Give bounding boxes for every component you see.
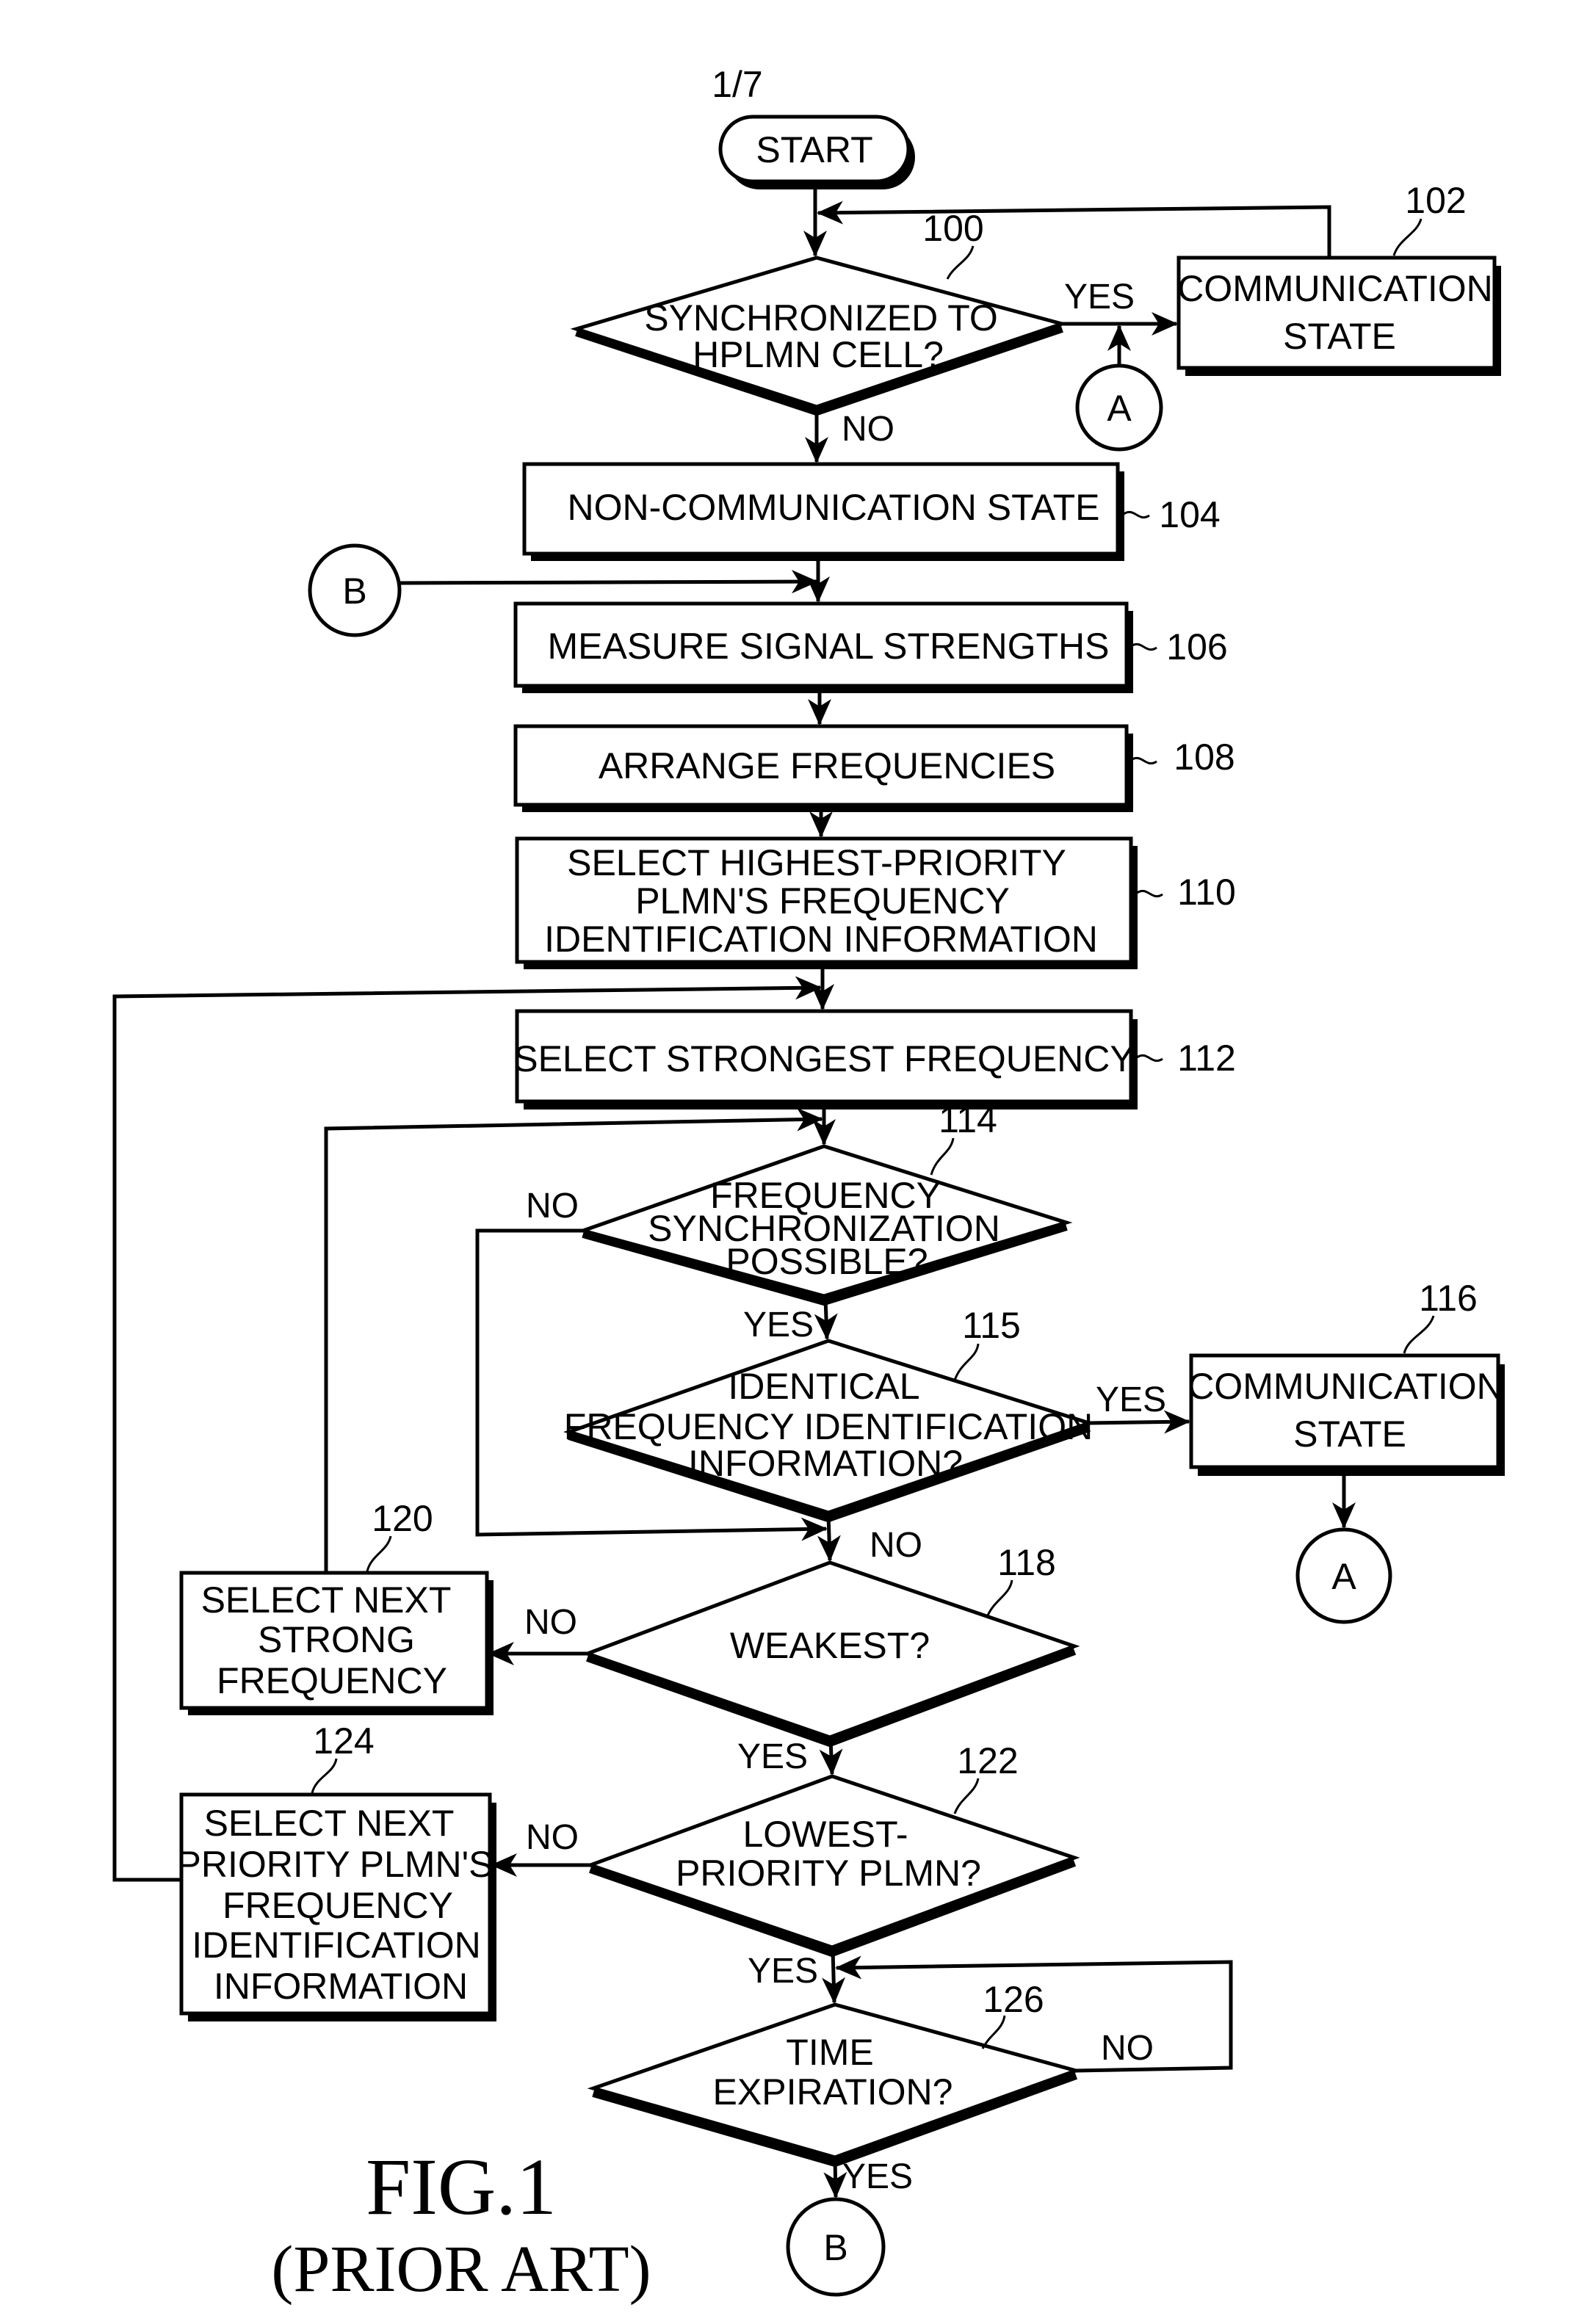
sheet-label: 1/7 [712, 64, 763, 105]
connector-b-bottom: B [786, 2197, 886, 2297]
process-116-line-1: COMMUNICATION [1188, 1366, 1503, 1407]
process-120-line-2: STRONG [258, 1619, 415, 1660]
connector-b-bottom-label: B [823, 2227, 847, 2268]
ref-120: 120 [372, 1498, 433, 1539]
process-124-line-2: PRIORITY PLMN'S [177, 1844, 494, 1885]
decision-115-line-1: IDENTICAL [728, 1366, 919, 1407]
ref-102: 102 [1405, 180, 1466, 221]
decision-100: SYNCHRONIZED TO HPLMN CELL? 100 [570, 208, 1069, 416]
ref-112: 112 [1177, 1038, 1236, 1079]
edge-115-yes [1088, 1410, 1190, 1434]
ref-122: 122 [957, 1740, 1018, 1781]
process-112-label: SELECT STRONGEST FREQUENCY [513, 1038, 1135, 1079]
edge-label-122-no: NO [526, 1818, 579, 1857]
connector-a-bottom-label: A [1331, 1556, 1356, 1597]
flowchart: 1/7 START SYNCHRONIZED TO HPLMN CELL? 10… [112, 64, 1505, 2306]
process-124-line-1: SELECT NEXT [204, 1803, 455, 1844]
ref-106: 106 [1166, 626, 1227, 667]
edge-label-118-no: NO [524, 1603, 577, 1642]
decision-100-line-1: SYNCHRONIZED TO [644, 297, 998, 339]
connector-a-top: A [1075, 363, 1163, 452]
process-124-line-4: IDENTIFICATION [192, 1925, 481, 1966]
ref-108: 108 [1174, 736, 1235, 778]
edge-label-115-yes: YES [1096, 1380, 1166, 1419]
process-106: MEASURE SIGNAL STRENGTHS 106 [513, 601, 1228, 693]
edge-122-yes [822, 1949, 846, 2004]
ref-124: 124 [313, 1720, 374, 1762]
decision-114-line-3: POSSIBLE? [726, 1241, 928, 1282]
ref-114: 114 [939, 1099, 997, 1140]
process-104: NON-COMMUNICATION STATE 104 [522, 462, 1221, 561]
process-104-label: NON-COMMUNICATION STATE [568, 487, 1100, 528]
start-label: START [756, 129, 872, 170]
ref-100: 100 [922, 208, 983, 249]
ref-104: 104 [1159, 494, 1220, 535]
process-110-line-1: SELECT HIGHEST-PRIORITY [567, 842, 1066, 883]
figure-subtitle: (PRIOR ART) [271, 2233, 651, 2306]
edge-label-118-yes: YES [737, 1737, 808, 1776]
ref-126: 126 [983, 1979, 1044, 2020]
decision-122-line-1: LOWEST- [742, 1814, 908, 1855]
figure-title: FIG.1 [366, 2142, 557, 2231]
process-116-line-2: STATE [1293, 1413, 1406, 1455]
process-124: SELECT NEXT PRIORITY PLMN'S FREQUENCY ID… [177, 1720, 496, 2021]
ref-115: 115 [962, 1305, 1021, 1346]
start-terminal: START [718, 115, 915, 189]
decision-118-label: WEAKEST? [730, 1625, 930, 1666]
process-102-line-2: STATE [1283, 316, 1396, 357]
ref-116: 116 [1419, 1278, 1478, 1319]
ref-118: 118 [997, 1542, 1056, 1583]
edge-label-126-no: NO [1101, 2029, 1154, 2068]
edge-label-100-yes: YES [1064, 278, 1135, 316]
ref-110: 110 [1177, 872, 1236, 913]
decision-100-line-2: HPLMN CELL? [693, 334, 944, 375]
process-110-line-3: IDENTIFICATION INFORMATION [544, 919, 1098, 960]
process-108-label: ARRANGE FREQUENCIES [599, 745, 1055, 786]
connector-b-left: B [308, 543, 402, 637]
decision-115-line-2: FREQUENCY IDENTIFICATION [564, 1406, 1093, 1447]
decision-118: WEAKEST? 118 [582, 1542, 1080, 1748]
decision-115-line-3: INFORMATION? [688, 1443, 963, 1484]
process-120: SELECT NEXT STRONG FREQUENCY 120 [179, 1498, 494, 1715]
process-112: SELECT STRONGEST FREQUENCY 112 [513, 1009, 1236, 1109]
process-102-line-1: COMMUNICATION [1177, 268, 1493, 309]
process-106-label: MEASURE SIGNAL STRENGTHS [548, 626, 1110, 667]
connector-a-top-label: A [1107, 388, 1132, 429]
decision-122-line-2: PRIORITY PLMN? [676, 1853, 981, 1894]
process-124-line-3: FREQUENCY [223, 1885, 453, 1926]
edge-b-left [399, 570, 818, 594]
process-116: COMMUNICATION STATE 116 [1188, 1278, 1505, 1476]
process-110: SELECT HIGHEST-PRIORITY PLMN'S FREQUENCY… [515, 836, 1236, 969]
process-120-line-1: SELECT NEXT [201, 1579, 452, 1621]
edge-label-114-yes: YES [743, 1306, 814, 1344]
edge-102-loop [817, 200, 1331, 258]
connector-a-bottom: A [1295, 1527, 1392, 1624]
process-120-line-3: FREQUENCY [217, 1660, 447, 1701]
edge-label-100-no: NO [842, 410, 894, 449]
edge-label-114-no: NO [526, 1187, 579, 1226]
process-124-line-5: INFORMATION [214, 1966, 468, 2007]
connector-b-left-label: B [342, 571, 366, 612]
decision-126: TIME EXPIRATION? 126 [587, 1979, 1082, 2168]
process-110-line-2: PLMN'S FREQUENCY [635, 880, 1010, 922]
edge-label-115-no: NO [870, 1526, 922, 1565]
decision-126-line-1: TIME [786, 2032, 873, 2073]
edge-label-122-yes: YES [748, 1952, 818, 1991]
process-108: ARRANGE FREQUENCIES 108 [513, 724, 1235, 812]
edge-label-126-yes: YES [842, 2157, 913, 2196]
decision-126-line-2: EXPIRATION? [713, 2071, 953, 2113]
